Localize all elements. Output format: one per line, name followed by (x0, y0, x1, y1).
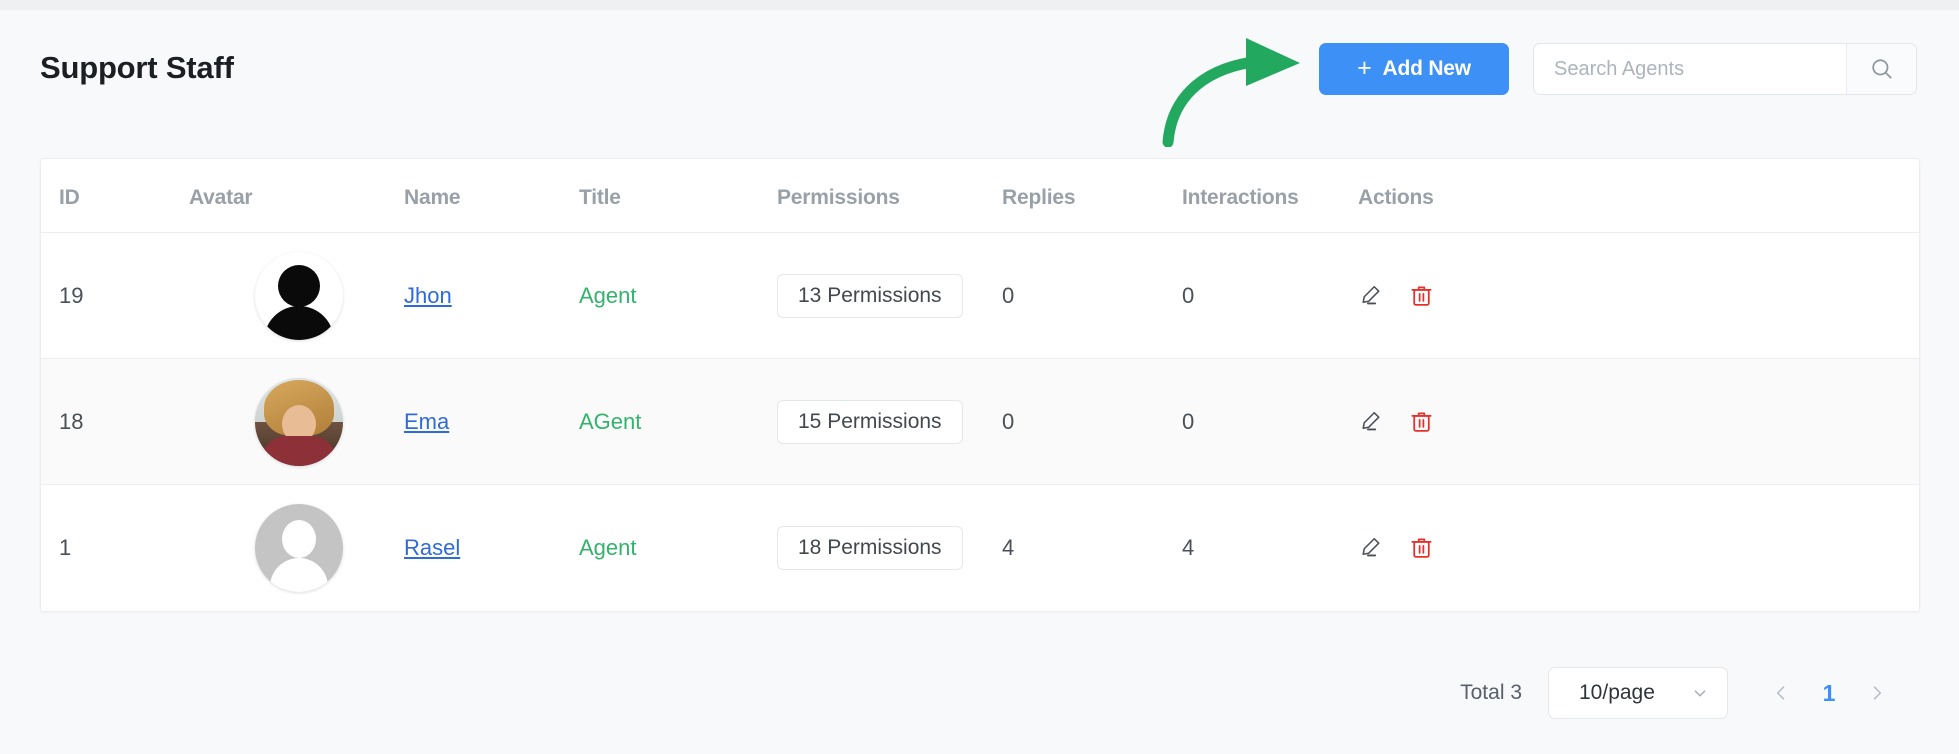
cell-replies: 0 (1002, 282, 1015, 308)
row-actions (1358, 409, 1919, 434)
table-row: 18 Ema AGent 15 Permissions 0 0 (41, 358, 1919, 485)
cell-name: Ema (404, 359, 579, 485)
column-header-permissions: Permissions (777, 159, 1002, 233)
edit-button[interactable] (1358, 409, 1383, 434)
cell-actions (1358, 359, 1919, 485)
chevron-left-icon (1776, 686, 1785, 700)
avatar (255, 503, 343, 592)
delete-button[interactable] (1409, 535, 1434, 560)
pencil-icon (1362, 411, 1380, 431)
cell-avatar (189, 485, 404, 611)
edit-button[interactable] (1358, 283, 1383, 308)
cell-avatar (189, 233, 404, 359)
delete-button[interactable] (1409, 409, 1434, 434)
trash-icon (1411, 538, 1432, 559)
search-submit-button[interactable] (1846, 44, 1916, 94)
pencil-icon (1362, 285, 1380, 305)
column-header-replies: Replies (1002, 159, 1182, 233)
pagination-prev-button[interactable] (1768, 675, 1794, 711)
agent-title-text: Agent (579, 282, 637, 308)
table-footer: Total 3 10/page 1 (40, 648, 1920, 738)
cell-title: AGent (579, 359, 777, 485)
cell-id: 18 (59, 408, 84, 434)
cell-permissions: 13 Permissions (777, 233, 1002, 359)
total-count-label: Total 3 (1460, 681, 1522, 704)
pagination-next-button[interactable] (1864, 675, 1890, 711)
avatar-head-shape (278, 264, 320, 307)
edit-button[interactable] (1358, 535, 1383, 560)
avatar (255, 377, 343, 466)
column-header-interactions: Interactions (1182, 159, 1358, 233)
cell-title: Agent (579, 233, 777, 359)
column-header-id: ID (41, 159, 189, 233)
pencil-icon (1362, 538, 1380, 557)
cell-name: Jhon (404, 233, 579, 359)
avatar-photo-jacket (261, 435, 337, 466)
add-new-button[interactable]: + Add New (1319, 43, 1509, 95)
column-header-actions: Actions (1358, 159, 1919, 233)
pagination-page-1[interactable]: 1 (1820, 680, 1838, 707)
search-box (1533, 43, 1917, 95)
cell-title: Agent (579, 485, 777, 611)
pagination: 1 (1758, 675, 1900, 711)
agents-table: ID Avatar Name Title Permissions Replies… (41, 159, 1919, 611)
agent-name-link[interactable]: Jhon (404, 283, 452, 308)
header-actions: + Add New (1319, 43, 1917, 95)
chevron-right-icon (1873, 686, 1882, 700)
search-input[interactable] (1534, 44, 1846, 94)
column-header-title: Title (579, 159, 777, 233)
table-row: 1 Rasel Agent 18 Permissions 4 4 (41, 485, 1919, 611)
chevron-down-icon (1694, 690, 1706, 697)
table-row: 19 Jhon Agent 13 Permissions 0 0 (41, 233, 1919, 359)
cell-avatar (189, 359, 404, 485)
plus-icon: + (1357, 53, 1372, 82)
page-size-select[interactable]: 10/page (1548, 667, 1728, 719)
cell-interactions: 0 (1182, 408, 1195, 434)
agent-name-link[interactable]: Rasel (404, 535, 460, 560)
avatar-body-shape (270, 557, 328, 592)
trash-icon (1411, 412, 1432, 432)
agent-name-link[interactable]: Ema (404, 409, 449, 434)
search-icon (1871, 59, 1892, 79)
table-header-row: ID Avatar Name Title Permissions Replies… (41, 159, 1919, 233)
permissions-badge[interactable]: 18 Permissions (777, 525, 963, 570)
cell-id: 19 (59, 282, 84, 308)
cell-interactions: 4 (1182, 534, 1195, 560)
agents-table-card: ID Avatar Name Title Permissions Replies… (40, 158, 1920, 612)
cell-interactions: 0 (1182, 282, 1195, 308)
table-body: 19 Jhon Agent 13 Permissions 0 0 18 Ema … (41, 233, 1919, 611)
permissions-badge[interactable]: 15 Permissions (777, 399, 963, 444)
add-new-label: Add New (1382, 57, 1471, 80)
agent-title-text: AGent (579, 408, 642, 434)
cell-name: Rasel (404, 485, 579, 611)
avatar (255, 251, 343, 340)
page-root: Support Staff + Add New Search Agents ID… (0, 10, 1959, 754)
cell-replies: 4 (1002, 534, 1015, 560)
row-actions (1358, 283, 1919, 308)
table-head: ID Avatar Name Title Permissions Replies… (41, 159, 1919, 233)
column-header-name: Name (404, 159, 579, 233)
page-size-value: 10/page (1579, 681, 1655, 704)
avatar-body-shape (264, 305, 334, 340)
cell-id: 1 (59, 534, 72, 560)
cell-actions (1358, 233, 1919, 359)
avatar-head-shape (282, 519, 316, 558)
delete-button[interactable] (1409, 283, 1434, 308)
cell-permissions: 18 Permissions (777, 485, 1002, 611)
annotation-arrow-icon (1162, 38, 1300, 147)
window-top-strip (0, 0, 1959, 10)
cell-permissions: 15 Permissions (777, 359, 1002, 485)
trash-icon (1411, 286, 1432, 306)
permissions-badge[interactable]: 13 Permissions (777, 273, 963, 318)
row-actions (1358, 535, 1919, 560)
cell-actions (1358, 485, 1919, 611)
agent-title-text: Agent (579, 534, 637, 560)
page-title: Support Staff (40, 50, 234, 85)
page-header: Support Staff + Add New (0, 10, 1959, 147)
column-header-avatar: Avatar (189, 159, 404, 233)
cell-replies: 0 (1002, 408, 1015, 434)
